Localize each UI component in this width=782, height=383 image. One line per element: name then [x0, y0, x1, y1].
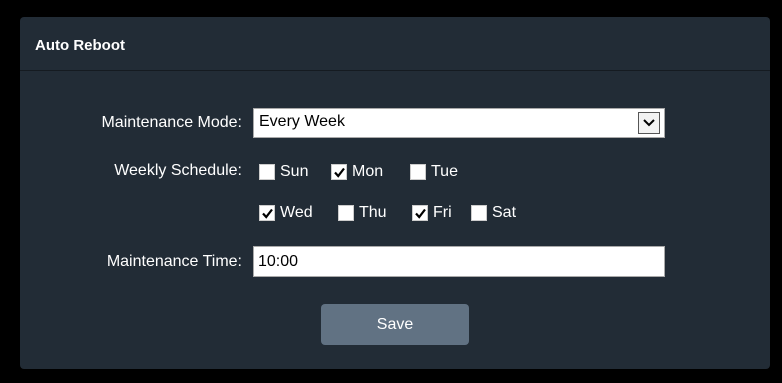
maintenance-mode-value: Every Week [259, 113, 345, 130]
auto-reboot-panel: Auto Reboot Maintenance Mode: Every Week… [20, 17, 770, 369]
checkbox-sat[interactable] [471, 205, 487, 221]
checkbox-wed[interactable] [259, 205, 275, 221]
day-checkbox-sun[interactable]: Sun [259, 163, 308, 181]
day-checkbox-tue[interactable]: Tue [410, 163, 458, 181]
maintenance-mode-select[interactable]: Every Week [253, 108, 665, 138]
panel-title: Auto Reboot [20, 17, 770, 71]
save-button[interactable]: Save [321, 304, 469, 345]
day-label-tue: Tue [431, 163, 458, 180]
weekly-schedule-label: Weekly Schedule: [114, 162, 242, 179]
maintenance-time-input[interactable] [253, 246, 665, 277]
day-label-mon: Mon [352, 163, 384, 180]
day-checkbox-sat[interactable]: Sat [471, 204, 516, 222]
day-label-wed: Wed [280, 204, 313, 221]
checkmark-icon [334, 167, 345, 178]
checkbox-tue[interactable] [410, 164, 426, 180]
day-checkbox-wed[interactable]: Wed [259, 204, 313, 222]
chevron-down-icon[interactable] [638, 112, 660, 134]
day-checkbox-fri[interactable]: Fri [412, 204, 452, 222]
day-label-sun: Sun [280, 163, 309, 180]
day-label-thu: Thu [359, 204, 387, 221]
maintenance-mode-label: Maintenance Mode: [101, 114, 242, 131]
checkbox-thu[interactable] [338, 205, 354, 221]
checkbox-fri[interactable] [412, 205, 428, 221]
checkbox-sun[interactable] [259, 164, 275, 180]
day-checkbox-mon[interactable]: Mon [331, 163, 383, 181]
checkmark-icon [262, 208, 273, 219]
maintenance-time-label: Maintenance Time: [106, 253, 242, 270]
day-label-sat: Sat [492, 204, 517, 221]
checkbox-mon[interactable] [331, 164, 347, 180]
day-checkbox-thu[interactable]: Thu [338, 204, 387, 222]
day-label-fri: Fri [433, 204, 452, 221]
checkmark-icon [415, 208, 426, 219]
